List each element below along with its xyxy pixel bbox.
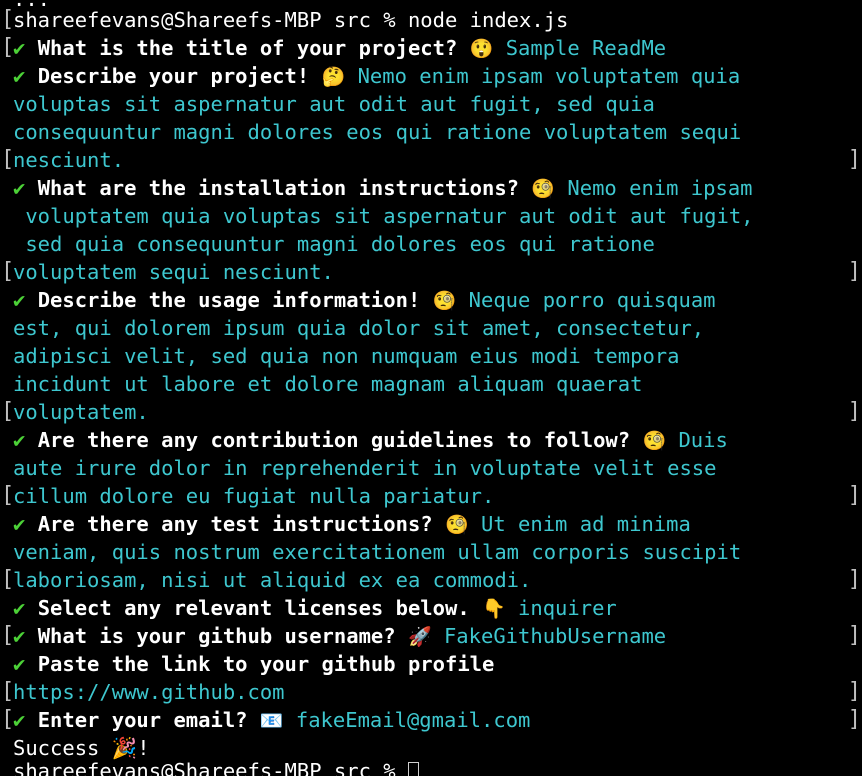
line-marker: ] — [847, 259, 861, 284]
check-icon: ✔ — [13, 36, 26, 60]
terminal-window[interactable]: ... [shareefevans@Shareefs-MBP src % nod… — [0, 0, 862, 776]
line-marker: ] — [847, 147, 861, 172]
answer-line: aute irure dolor in reprehenderit in vol… — [13, 456, 717, 480]
check-icon: ✔ — [13, 624, 26, 648]
answer-line: voluptatem quia voluptas sit aspernatur … — [13, 204, 754, 228]
answer-line: voluptas sit aspernatur aut odit aut fug… — [13, 92, 655, 116]
line-marker: ] — [847, 623, 861, 648]
check-icon: ✔ — [13, 596, 26, 620]
success-line: Success 🎉! — [13, 736, 150, 760]
rocket-emoji-icon: 🚀 — [407, 626, 432, 648]
line-marker: [ — [1, 35, 15, 60]
answer-line: [voluptatem.] — [1, 399, 861, 424]
line-marker: [ — [1, 399, 15, 424]
question-line: ✔ Are there any test instructions? 🧐 Ut … — [13, 512, 691, 536]
pointing-down-emoji-icon: 👇 — [482, 598, 506, 620]
check-icon: ✔ — [13, 64, 26, 88]
line-marker: [ — [1, 147, 15, 172]
line-marker: [ — [1, 483, 15, 508]
answer-line: [laboriosam, nisi ut aliquid ex ea commo… — [1, 567, 861, 592]
monocle-emoji-icon: 🧐 — [642, 430, 667, 452]
bottom-prompt-line[interactable]: shareefevans@Shareefs-MBP src % — [0, 762, 862, 776]
check-icon: ✔ — [13, 708, 26, 732]
answer-line: consequuntur magni dolores eos qui ratio… — [13, 120, 742, 144]
question-line: ✔ Describe your project! 🤔 Nemo enim ips… — [13, 64, 741, 88]
line-marker: ] — [847, 707, 861, 732]
answer-line: [cillum dolore eu fugiat nulla pariatur.… — [1, 483, 861, 508]
astonished-emoji-icon: 😲 — [469, 38, 494, 60]
line-marker: [ — [1, 623, 15, 648]
question-line: ✔ Are there any contribution guidelines … — [13, 428, 728, 452]
monocle-emoji-icon: 🧐 — [444, 514, 469, 536]
question-line: ✔ What are the installation instructions… — [13, 176, 753, 200]
answer-line: veniam, quis nostrum exercitationem ulla… — [13, 540, 742, 564]
command-line: [shareefevans@Shareefs-MBP src % node in… — [1, 7, 569, 32]
monocle-emoji-icon: 🧐 — [432, 290, 457, 312]
check-icon: ✔ — [13, 176, 26, 200]
answer-text: Sample ReadMe — [505, 36, 667, 60]
github-link: https://www.github.com — [13, 680, 285, 704]
terminal-cursor[interactable] — [407, 762, 419, 776]
check-icon: ✔ — [13, 512, 26, 536]
line-marker: [ — [1, 7, 15, 32]
line-marker: ] — [847, 399, 861, 424]
line-marker: [ — [1, 567, 15, 592]
line-marker: ] — [847, 679, 861, 704]
answer-line: [voluptatem sequi nesciunt.] — [1, 259, 861, 284]
question-line: [✔ What is the title of your project? 😲 … — [1, 35, 667, 60]
line-marker: [ — [1, 707, 15, 732]
answer-line: [https://www.github.com] — [0, 678, 862, 706]
question-line: [✔ What is your github username? 🚀 FakeG… — [1, 623, 861, 648]
email-emoji-icon: 📧 — [259, 710, 284, 732]
answer-line: [nesciunt.] — [1, 147, 861, 172]
answer-line: sed quia consequuntur magni dolores eos … — [13, 232, 655, 256]
check-icon: ✔ — [13, 428, 26, 452]
answer-line: est, qui dolorem ipsum quia dolor sit am… — [13, 316, 705, 340]
line-marker: [ — [1, 259, 15, 284]
monocle-emoji-icon: 🧐 — [531, 178, 556, 200]
question-line: ✔ Describe the usage information! 🧐 Nequ… — [13, 288, 716, 312]
line-marker: ] — [847, 483, 861, 508]
line-marker: [ — [1, 679, 15, 704]
check-icon: ✔ — [13, 652, 26, 676]
question-line: ✔ Select any relevant licenses below. 👇 … — [13, 596, 617, 620]
answer-line: incidunt ut labore et dolore magnam aliq… — [13, 372, 643, 396]
answer-line: adipisci velit, sed quia non numquam eiu… — [13, 344, 680, 368]
thinking-emoji-icon: 🤔 — [321, 66, 346, 88]
check-icon: ✔ — [13, 288, 26, 312]
question-line: ✔ Paste the link to your github profile — [13, 652, 495, 676]
question-line: [✔ Enter your email? 📧 fakeEmail@gmail.c… — [1, 707, 861, 732]
line-marker: ] — [847, 567, 861, 592]
